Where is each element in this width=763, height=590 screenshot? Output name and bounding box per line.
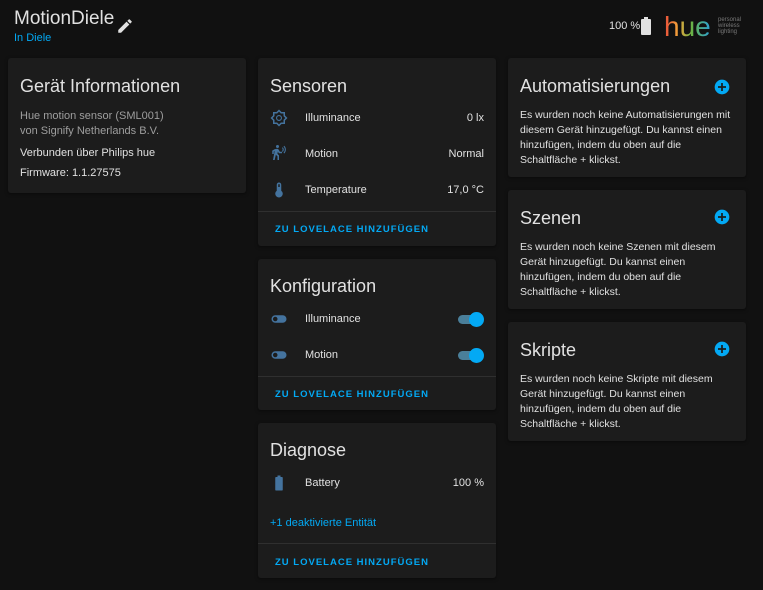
card-title: Konfiguration [270, 276, 377, 296]
motion-sensor-icon [270, 145, 288, 163]
entity-name: Illuminance [305, 112, 361, 124]
entity-name: Motion [305, 148, 339, 160]
card-divider [258, 211, 496, 212]
toggle-switch-icon [270, 346, 288, 364]
add-to-lovelace-button[interactable]: ZU LOVELACE HINZUFÜGEN [275, 389, 429, 400]
diagnostics-card: Diagnose Battery 100 % +1 deaktivierte E… [258, 423, 496, 578]
device-connection: Verbunden über Philips hue [20, 147, 156, 159]
scripts-card: Skripte Es wurden noch keine Skripte mit… [508, 322, 746, 441]
entity-value: Normal [448, 148, 484, 160]
scenes-card: Szenen Es wurden noch keine Szenen mit d… [508, 190, 746, 309]
battery-icon [270, 474, 288, 492]
disabled-entities-link[interactable]: +1 deaktivierte Entität [270, 517, 376, 529]
empty-state-text: Es wurden noch keine Skripte mit diesem … [520, 373, 713, 430]
svg-text:hue: hue [664, 12, 711, 42]
entity-name: Motion [305, 349, 339, 361]
entity-name: Temperature [305, 184, 367, 196]
entity-value: 17,0 °C [447, 184, 484, 196]
card-title: Sensoren [270, 76, 348, 96]
empty-state-text: Es wurden noch keine Automatisierungen m… [520, 109, 731, 166]
entity-row[interactable]: Motion [270, 343, 484, 367]
entity-value: 100 % [452, 477, 484, 489]
device-firmware: Firmware: 1.1.27575 [20, 167, 121, 179]
area-link[interactable]: In Diele [14, 32, 51, 44]
motion-toggle[interactable] [456, 347, 484, 363]
card-title: Skripte [520, 340, 577, 360]
card-title: Szenen [520, 208, 582, 228]
battery-level: 100 % [609, 20, 641, 32]
brightness-icon [270, 109, 288, 127]
entity-row[interactable]: Motion Normal [270, 142, 484, 166]
add-to-lovelace-button[interactable]: ZU LOVELACE HINZUFÜGEN [275, 557, 429, 568]
svg-text:lighting: lighting [718, 29, 737, 35]
device-title: MotionDiele [14, 8, 115, 29]
entity-row[interactable]: Illuminance [270, 307, 484, 331]
entity-row[interactable]: Illuminance 0 lx [270, 106, 484, 130]
thermometer-icon [270, 181, 288, 199]
card-title: Automatisierungen [520, 76, 671, 96]
card-title: Diagnose [270, 440, 347, 460]
add-scene-icon[interactable] [714, 209, 730, 225]
add-script-icon[interactable] [714, 341, 730, 357]
entity-row[interactable]: Temperature 17,0 °C [270, 178, 484, 202]
card-divider [258, 543, 496, 544]
add-to-lovelace-button[interactable]: ZU LOVELACE HINZUFÜGEN [275, 224, 429, 235]
device-manufacturer: von Signify Netherlands B.V. [20, 125, 160, 137]
page-header: MotionDiele In Diele 100 % hue personal … [0, 0, 763, 58]
automations-card: Automatisierungen Es wurden noch keine A… [508, 58, 746, 177]
add-automation-icon[interactable] [714, 79, 730, 95]
entity-value: 0 lx [466, 112, 484, 124]
illuminance-toggle[interactable] [456, 311, 484, 327]
entity-name: Battery [305, 477, 340, 489]
device-model: Hue motion sensor (SML001) [20, 110, 164, 122]
toggle-switch-icon [270, 310, 288, 328]
device-info-card: Gerät Informationen Hue motion sensor (S… [8, 58, 246, 193]
card-divider [258, 376, 496, 377]
pencil-icon[interactable] [116, 17, 134, 35]
hue-logo: hue personal wireless lighting [664, 12, 741, 42]
configuration-card: Konfiguration Illuminance Motion ZU LOVE… [258, 259, 496, 410]
entity-name: Illuminance [305, 313, 361, 325]
sensors-card: Sensoren Illuminance 0 lx Motion Normal … [258, 58, 496, 246]
empty-state-text: Es wurden noch keine Szenen mit diesem G… [520, 241, 716, 298]
battery-full-icon [641, 17, 651, 35]
card-title: Gerät Informationen [20, 76, 181, 96]
entity-row[interactable]: Battery 100 % [270, 471, 484, 495]
